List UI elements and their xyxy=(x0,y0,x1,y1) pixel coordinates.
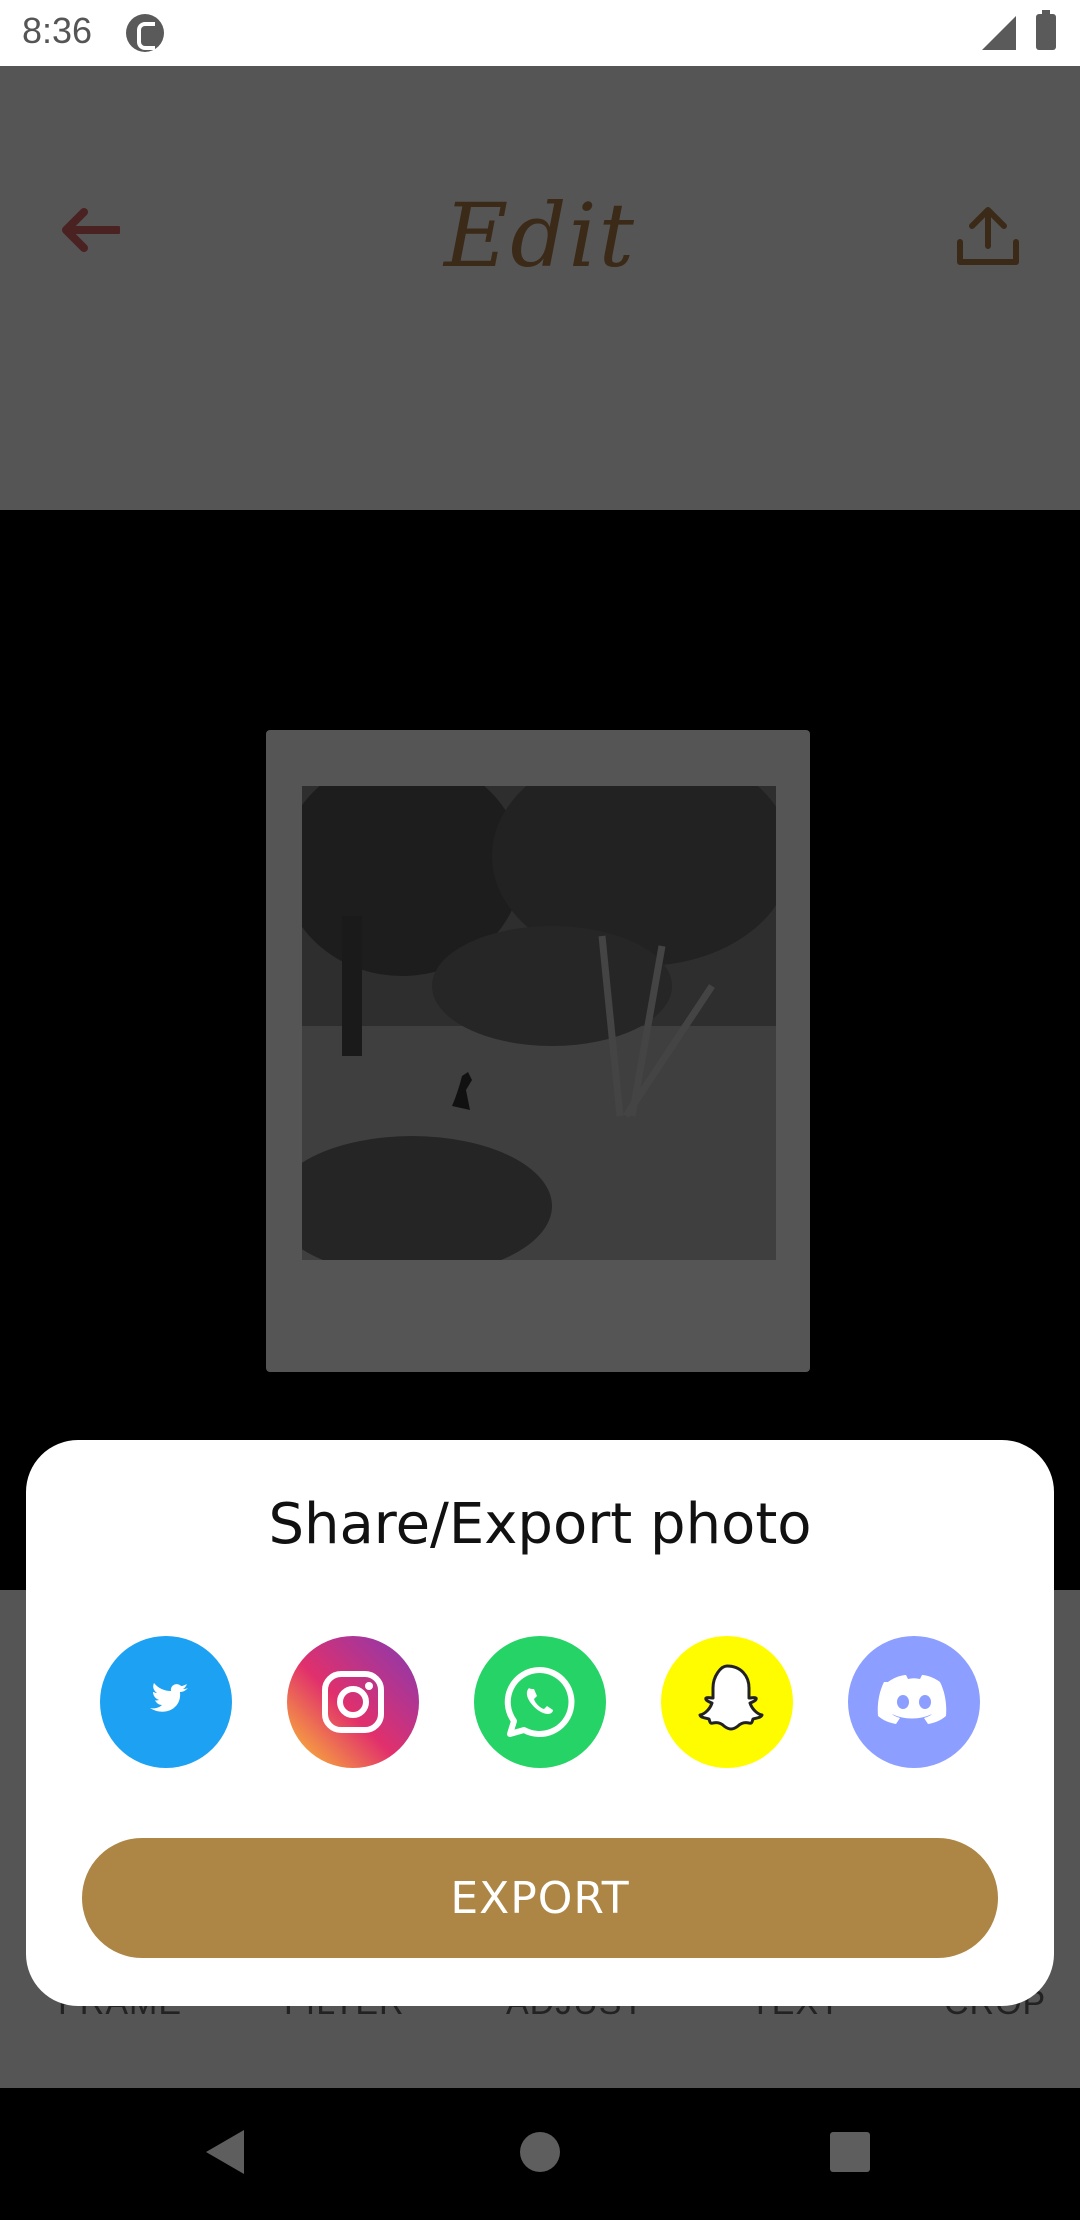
signal-icon xyxy=(982,16,1016,50)
status-bar: 8:36 xyxy=(0,0,1080,66)
page-title: Edit xyxy=(443,184,637,287)
photo-preview xyxy=(302,786,776,1260)
polaroid-frame xyxy=(266,730,810,1372)
app-header: Edit xyxy=(0,66,1080,510)
landscape-photo xyxy=(302,786,776,1260)
nav-back-icon[interactable] xyxy=(206,2130,244,2174)
share-dialog: Share/Export photo EXPORT xyxy=(26,1440,1054,2006)
instagram-icon xyxy=(287,1636,419,1768)
instagram-share-button[interactable] xyxy=(287,1636,419,1768)
battery-icon xyxy=(1036,10,1056,50)
upload-icon[interactable] xyxy=(956,206,1020,268)
photo-canvas xyxy=(0,510,1080,1590)
twitter-share-button[interactable] xyxy=(100,1636,232,1768)
twitter-icon xyxy=(100,1636,232,1768)
whatsapp-share-button[interactable] xyxy=(474,1636,606,1768)
system-nav-bar xyxy=(0,2088,1080,2220)
app-notification-icon xyxy=(126,14,164,52)
discord-icon xyxy=(848,1636,980,1768)
dialog-title: Share/Export photo xyxy=(268,1492,812,1557)
nav-home-icon[interactable] xyxy=(520,2132,560,2172)
snapchat-icon xyxy=(661,1636,793,1768)
nav-recents-icon[interactable] xyxy=(830,2132,870,2172)
status-time: 8:36 xyxy=(22,10,93,51)
snapchat-share-button[interactable] xyxy=(661,1636,793,1768)
whatsapp-icon xyxy=(474,1636,606,1768)
discord-share-button[interactable] xyxy=(848,1636,980,1768)
export-button[interactable]: EXPORT xyxy=(82,1838,998,1958)
